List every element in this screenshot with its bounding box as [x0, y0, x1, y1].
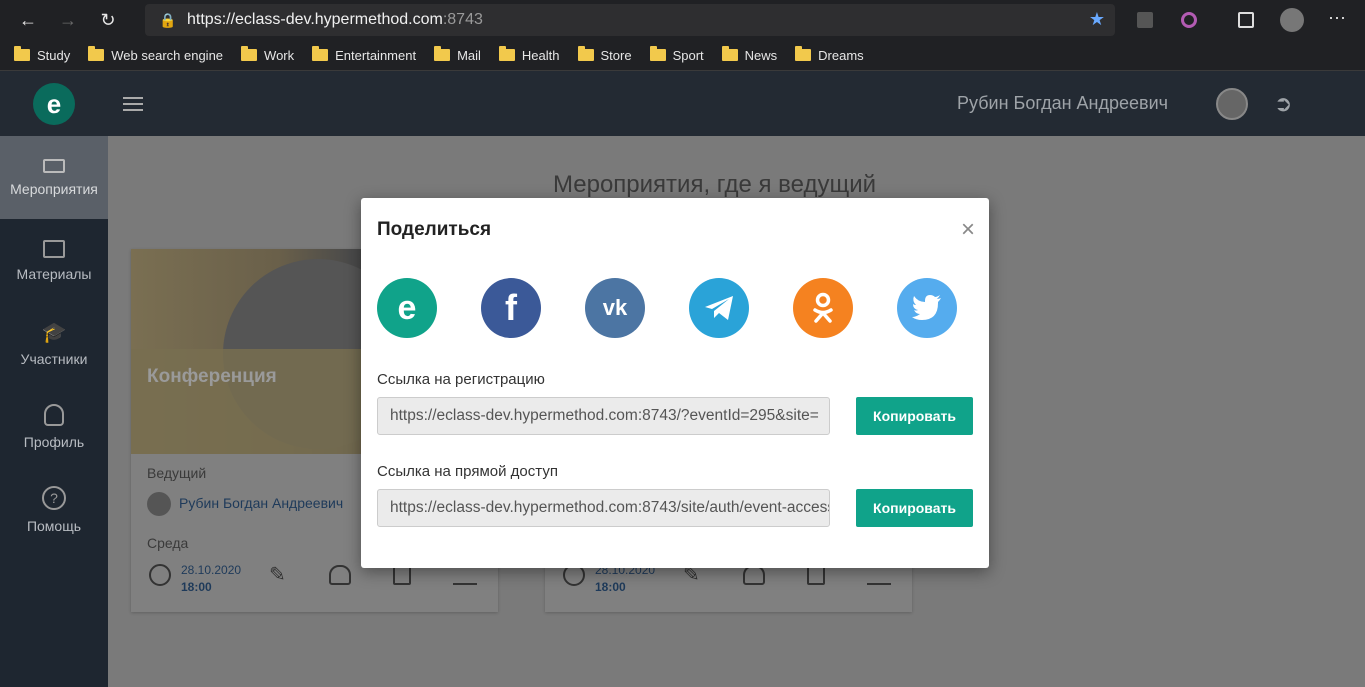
extension-webcam-icon[interactable]: [1181, 12, 1197, 28]
user-icon: [44, 403, 64, 426]
environment-label: Среда: [147, 535, 189, 551]
share-modal: Поделиться × e f vk Ссылка на регистраци…: [361, 198, 989, 568]
copy-icon[interactable]: [393, 565, 411, 585]
profile-avatar-icon[interactable]: [1280, 8, 1304, 32]
stats-icon[interactable]: [867, 565, 891, 585]
event-time: 18:00: [595, 580, 626, 594]
logout-icon[interactable]: ➲: [1274, 91, 1292, 117]
sidebar-item-profile[interactable]: Профиль: [0, 385, 108, 468]
app-header: e Рубин Богдан Андреевич ➲: [0, 71, 1365, 136]
user-name[interactable]: Рубин Богдан Андреевич: [957, 93, 1168, 114]
folder-icon: [312, 46, 329, 61]
address-bar[interactable]: 🔒 https://eclass-dev.hypermethod.com:874…: [145, 4, 1115, 36]
back-icon[interactable]: ←: [8, 0, 48, 40]
stats-icon[interactable]: [453, 565, 477, 585]
sidebar-item-label: Мероприятия: [10, 180, 98, 197]
bookmark-study[interactable]: Study: [14, 46, 70, 63]
event-title: Конференция: [147, 366, 277, 387]
sidebar-item-help[interactable]: ? Помощь: [0, 468, 108, 551]
sidebar-item-participants[interactable]: 🎓 Участники: [0, 302, 108, 385]
twitter-icon[interactable]: [897, 278, 957, 338]
folder-icon: [88, 46, 105, 61]
host-avatar: [147, 492, 171, 516]
odnoklassniki-icon[interactable]: [793, 278, 853, 338]
avatar[interactable]: [1216, 88, 1248, 120]
url-text: https://eclass-dev.hypermethod.com:8743: [187, 11, 483, 28]
help-icon: ?: [42, 485, 66, 510]
copy-registration-button[interactable]: Копировать: [856, 397, 973, 435]
bookmark-news[interactable]: News: [721, 46, 777, 63]
direct-link-label: Ссылка на прямой доступ: [377, 463, 558, 480]
add-participant-icon[interactable]: [329, 565, 351, 585]
collections-icon[interactable]: [1238, 12, 1254, 28]
folder-icon: [498, 46, 515, 61]
graduation-cap-icon: 🎓: [41, 322, 67, 344]
bookmark-work[interactable]: Work: [241, 46, 294, 63]
bookmark-dreams[interactable]: Dreams: [795, 46, 864, 63]
folder-icon: [14, 46, 30, 61]
modal-title: Поделиться: [377, 219, 492, 240]
folder-icon: [795, 46, 812, 61]
sidebar-item-events[interactable]: Мероприятия: [0, 136, 108, 219]
direct-link-field[interactable]: https://eclass-dev.hypermethod.com:8743/…: [377, 489, 830, 527]
telegram-icon[interactable]: [689, 278, 749, 338]
sidebar-item-materials[interactable]: Материалы: [0, 219, 108, 302]
browser-toolbar: ← → ↻ 🔒 https://eclass-dev.hypermethod.c…: [0, 0, 1365, 40]
eclass-logo-icon[interactable]: e: [33, 83, 75, 125]
folder-icon: [43, 239, 65, 258]
bookmark-entertainment[interactable]: Entertainment: [312, 46, 416, 63]
star-icon[interactable]: ★: [1089, 9, 1105, 30]
vk-icon[interactable]: vk: [585, 278, 645, 338]
registration-link-label: Ссылка на регистрацию: [377, 371, 545, 388]
folder-icon: [577, 46, 594, 61]
video-camera-icon: [43, 158, 65, 173]
copy-icon[interactable]: [807, 565, 825, 585]
folder-icon: [649, 46, 666, 61]
sidebar-item-label: Участники: [20, 351, 88, 367]
bookmark-health[interactable]: Health: [498, 46, 560, 63]
sidebar-item-label: Помощь: [26, 517, 82, 534]
edit-icon[interactable]: ✎: [269, 562, 286, 587]
more-icon[interactable]: ⋯: [1328, 8, 1346, 29]
sidebar: Мероприятия Материалы 🎓 Участники Профил…: [0, 136, 108, 687]
menu-icon[interactable]: [123, 97, 143, 111]
host-label: Ведущий: [147, 465, 207, 481]
bookmark-sport[interactable]: Sport: [649, 46, 704, 63]
event-date: 28.10.2020: [181, 563, 242, 577]
bookmark-mail[interactable]: Mail: [434, 46, 481, 63]
sidebar-item-label: Материалы: [16, 265, 92, 282]
extension-icon[interactable]: [1137, 12, 1153, 28]
registration-link-field[interactable]: https://eclass-dev.hypermethod.com:8743/…: [377, 397, 830, 435]
bookmark-store[interactable]: Store: [577, 46, 632, 63]
event-time: 18:00: [181, 580, 212, 594]
page-title: Мероприятия, где я ведущий: [553, 171, 877, 198]
facebook-icon[interactable]: f: [481, 278, 541, 338]
timer-icon: [149, 564, 171, 586]
add-participant-icon[interactable]: [743, 565, 765, 585]
close-icon[interactable]: ×: [961, 216, 975, 244]
forward-icon[interactable]: →: [48, 0, 88, 40]
folder-icon: [434, 46, 451, 61]
copy-direct-button[interactable]: Копировать: [856, 489, 973, 527]
reload-icon[interactable]: ↻: [88, 0, 128, 40]
folder-icon: [721, 46, 738, 61]
eclass-share-icon[interactable]: e: [377, 278, 437, 338]
host-name[interactable]: Рубин Богдан Андреевич: [179, 495, 343, 511]
lock-icon: 🔒: [159, 12, 177, 28]
folder-icon: [241, 46, 258, 61]
bookmarks-bar: Study Web search engine Work Entertainme…: [0, 40, 1365, 71]
bookmark-web-search[interactable]: Web search engine: [88, 46, 223, 63]
sidebar-item-label: Профиль: [23, 433, 85, 450]
